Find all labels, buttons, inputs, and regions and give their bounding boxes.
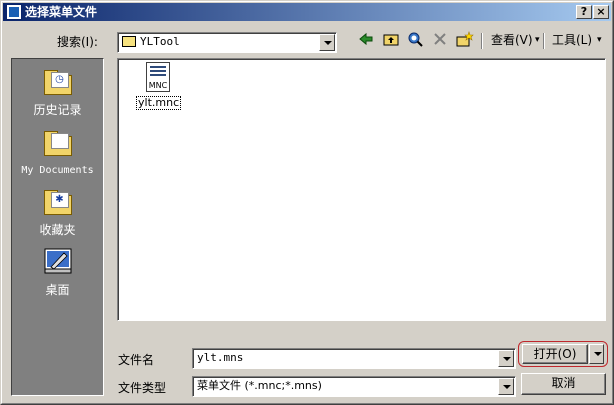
- folder-icon: [122, 36, 136, 47]
- app-icon: [6, 4, 22, 20]
- back-arrow-icon[interactable]: [356, 31, 376, 51]
- delete-icon[interactable]: [430, 31, 450, 51]
- mnc-file-icon: MNC: [146, 62, 170, 92]
- my-documents-folder-icon: [42, 128, 74, 158]
- place-my-documents[interactable]: My Documents: [12, 128, 103, 178]
- place-label: 桌面: [45, 283, 70, 297]
- tools-menu[interactable]: 工具(L): [552, 33, 592, 47]
- place-favorites[interactable]: ✱ 收藏夹: [12, 187, 103, 237]
- place-label: 历史记录: [33, 103, 82, 117]
- filetype-select[interactable]: 菜单文件 (*.mnc;*.mns): [192, 376, 516, 397]
- view-dropdown-icon[interactable]: ▾: [535, 33, 540, 47]
- tools-dropdown-icon[interactable]: ▾: [597, 33, 602, 47]
- filetype-value: 菜单文件 (*.mnc;*.mns): [197, 379, 322, 392]
- place-history[interactable]: ◷ 历史记录: [12, 67, 103, 117]
- open-button[interactable]: 打开(O): [522, 344, 588, 364]
- open-options-arrow[interactable]: [589, 344, 604, 364]
- open-button-highlight: 打开(O): [518, 341, 608, 367]
- history-folder-icon: ◷: [42, 67, 74, 97]
- place-desktop[interactable]: 桌面: [12, 247, 103, 297]
- filetype-dropdown-arrow[interactable]: [498, 378, 514, 395]
- location-dropdown-arrow[interactable]: [319, 34, 335, 51]
- view-menu[interactable]: 查看(V): [491, 33, 533, 47]
- cancel-button[interactable]: 取消: [521, 373, 606, 395]
- close-button[interactable]: ×: [593, 5, 609, 19]
- place-label: 收藏夹: [39, 223, 76, 237]
- file-name: ylt.mnc: [136, 96, 182, 110]
- filename-input[interactable]: ylt.mns: [192, 348, 516, 369]
- open-file-dialog: 选择菜单文件 ? × 搜索(I): YLTool 查看(V) ▾ 工具(L) ▾…: [0, 0, 614, 405]
- new-folder-icon[interactable]: [455, 31, 475, 51]
- toolbar-separator: [481, 33, 483, 49]
- up-folder-icon[interactable]: [381, 31, 401, 51]
- places-bar: ◷ 历史记录 My Documents ✱ 收藏夹 桌面: [11, 58, 104, 396]
- search-web-icon[interactable]: [405, 31, 425, 51]
- file-list[interactable]: MNC ylt.mnc: [117, 58, 606, 321]
- toolbar-separator: [543, 33, 545, 49]
- favorites-folder-icon: ✱: [42, 187, 74, 217]
- title-bar[interactable]: 选择菜单文件 ? ×: [3, 3, 611, 21]
- filename-label: 文件名: [118, 353, 155, 367]
- desktop-icon: [42, 247, 74, 277]
- location-combo[interactable]: YLTool: [117, 32, 337, 53]
- location-value: YLTool: [140, 35, 180, 48]
- help-button[interactable]: ?: [576, 5, 592, 19]
- filetype-label: 文件类型: [118, 381, 167, 395]
- filename-dropdown-arrow[interactable]: [498, 350, 514, 367]
- filename-value: ylt.mns: [197, 351, 244, 364]
- window-title: 选择菜单文件: [25, 5, 98, 19]
- file-item[interactable]: MNC ylt.mnc: [136, 62, 182, 110]
- place-label: My Documents: [21, 165, 94, 176]
- search-in-label: 搜索(I):: [57, 35, 98, 49]
